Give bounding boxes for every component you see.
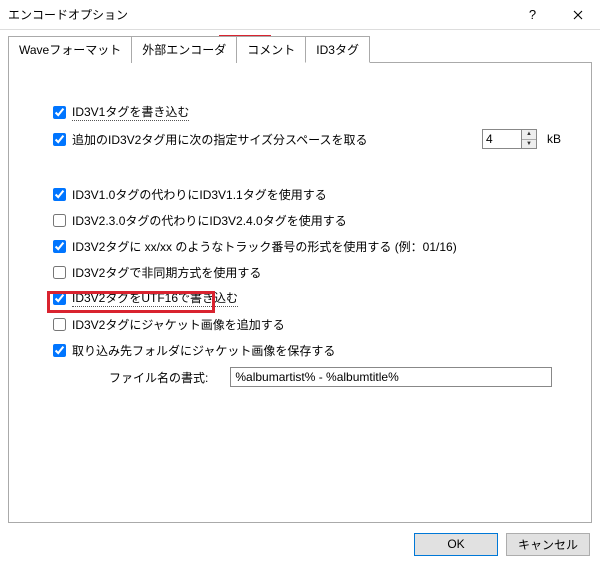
row-filename: ファイル名の書式: bbox=[53, 367, 561, 387]
close-button[interactable] bbox=[555, 0, 600, 30]
checkbox-tracknum[interactable] bbox=[53, 240, 66, 253]
checkbox-extra-space[interactable] bbox=[53, 133, 66, 146]
label-write-id3v1: ID3V1タグを書き込む bbox=[72, 103, 189, 121]
row-jacket-save: 取り込み先フォルダにジャケット画像を保存する bbox=[53, 341, 561, 359]
row-write-id3v1: ID3V1タグを書き込む bbox=[53, 103, 561, 121]
label-filename-format: ファイル名の書式: bbox=[109, 369, 208, 386]
help-button[interactable]: ? bbox=[510, 0, 555, 30]
ok-button[interactable]: OK bbox=[414, 533, 498, 556]
label-unsync: ID3V2タグで非同期方式を使用する bbox=[72, 264, 261, 281]
window-title: エンコードオプション bbox=[8, 6, 510, 23]
label-tracknum: ID3V2タグに xx/xx のようなトラック番号の形式を使用する (例：01/… bbox=[72, 238, 457, 255]
checkbox-write-id3v1[interactable] bbox=[53, 106, 66, 119]
label-utf16: ID3V2タグをUTF16で書き込む bbox=[72, 289, 238, 307]
checkbox-v240[interactable] bbox=[53, 214, 66, 227]
tab-panel: ID3V1タグを書き込む 追加のID3V2タグ用に次の指定サイズ分スペースを取る… bbox=[8, 62, 592, 523]
label-v11: ID3V1.0タグの代わりにID3V1.1タグを使用する bbox=[72, 186, 327, 203]
tab-comment[interactable]: コメント bbox=[236, 36, 306, 63]
checkbox-unsync[interactable] bbox=[53, 266, 66, 279]
dialog-footer: OK キャンセル bbox=[0, 523, 600, 565]
spinner-size-kb[interactable]: ▲ ▼ bbox=[522, 129, 537, 149]
row-v240: ID3V2.3.0タグの代わりにID3V2.4.0タグを使用する bbox=[53, 211, 561, 229]
label-kb: kB bbox=[547, 132, 561, 146]
row-jacket-add: ID3V2タグにジャケット画像を追加する bbox=[53, 315, 561, 333]
checkbox-v11[interactable] bbox=[53, 188, 66, 201]
tab-external-encoder[interactable]: 外部エンコーダ bbox=[131, 36, 237, 63]
row-tracknum: ID3V2タグに xx/xx のようなトラック番号の形式を使用する (例：01/… bbox=[53, 237, 561, 255]
tab-id3-tag[interactable]: ID3タグ bbox=[305, 36, 370, 63]
label-extra-space: 追加のID3V2タグ用に次の指定サイズ分スペースを取る bbox=[72, 131, 368, 148]
spinner-down-icon[interactable]: ▼ bbox=[522, 140, 536, 149]
row-v11: ID3V1.0タグの代わりにID3V1.1タグを使用する bbox=[53, 185, 561, 203]
checkbox-utf16[interactable] bbox=[53, 292, 66, 305]
spinner-up-icon[interactable]: ▲ bbox=[522, 130, 536, 140]
label-jacket-save: 取り込み先フォルダにジャケット画像を保存する bbox=[72, 342, 335, 359]
input-size-kb[interactable] bbox=[482, 129, 522, 149]
checkbox-jacket-add[interactable] bbox=[53, 318, 66, 331]
row-extra-space: 追加のID3V2タグ用に次の指定サイズ分スペースを取る ▲ ▼ kB bbox=[53, 129, 561, 149]
row-utf16: ID3V2タグをUTF16で書き込む bbox=[53, 289, 561, 307]
label-v240: ID3V2.3.0タグの代わりにID3V2.4.0タグを使用する bbox=[72, 212, 347, 229]
input-filename-format[interactable] bbox=[230, 367, 552, 387]
titlebar: エンコードオプション ? bbox=[0, 0, 600, 30]
tab-wave-format[interactable]: Waveフォーマット bbox=[8, 36, 132, 63]
checkbox-jacket-save[interactable] bbox=[53, 344, 66, 357]
cancel-button[interactable]: キャンセル bbox=[506, 533, 590, 556]
row-unsync: ID3V2タグで非同期方式を使用する bbox=[53, 263, 561, 281]
tab-strip: Waveフォーマット 外部エンコーダ コメント ID3タグ bbox=[8, 36, 592, 63]
label-jacket-add: ID3V2タグにジャケット画像を追加する bbox=[72, 316, 285, 333]
